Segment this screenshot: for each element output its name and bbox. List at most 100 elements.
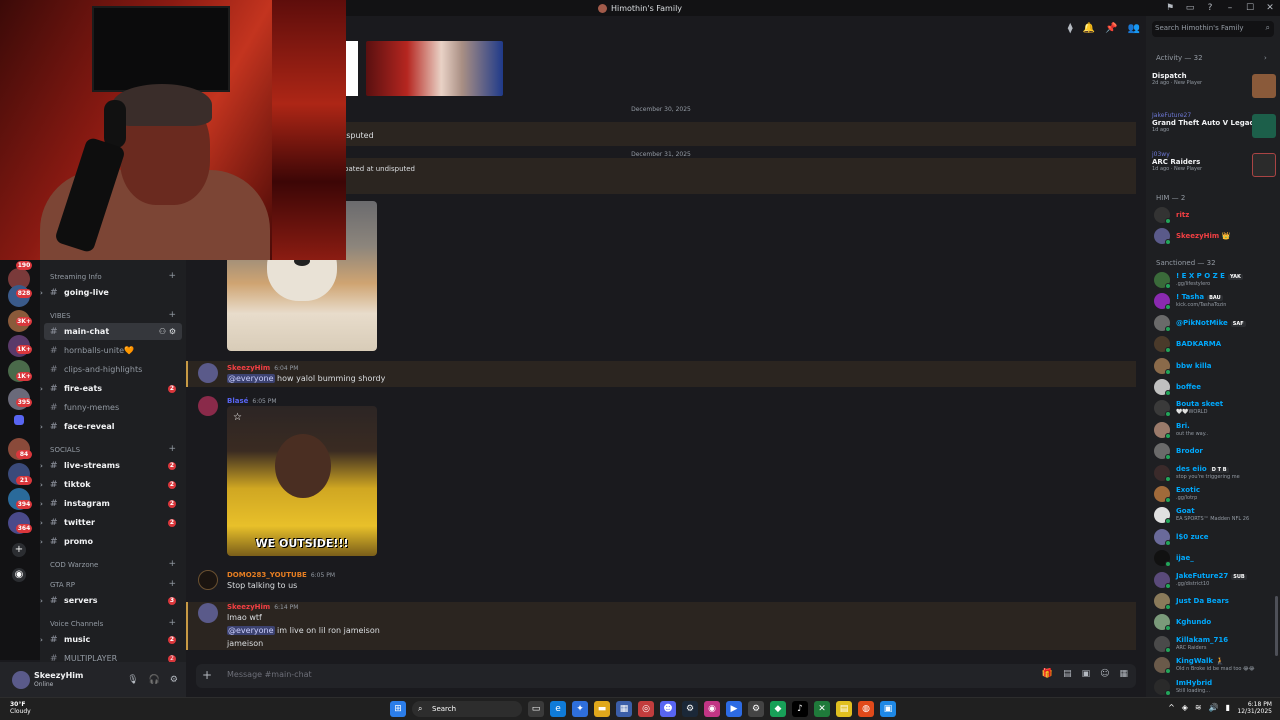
user-info[interactable]: SkeezyHim Online xyxy=(34,671,83,689)
file-explorer-icon[interactable]: ▬ xyxy=(594,701,610,717)
channel-main-chat[interactable]: # main-chat ⚇ ⚙ xyxy=(44,323,182,340)
clock[interactable]: 6:18 PM 12/31/2025 xyxy=(1237,701,1272,715)
task-view-icon[interactable]: ▭ xyxy=(528,701,544,717)
mention[interactable]: @everyone xyxy=(227,626,275,635)
add-channel-icon[interactable]: + xyxy=(168,310,176,320)
copilot-icon[interactable]: ✦ xyxy=(572,701,588,717)
channel-live-streams[interactable]: › # live-streams 2 xyxy=(40,457,182,474)
add-channel-icon[interactable]: + xyxy=(168,444,176,454)
category-gta-rp[interactable]: GTA RP xyxy=(50,581,75,589)
apps-icon[interactable]: ▦ xyxy=(1119,669,1128,679)
notes-icon[interactable]: ▤ xyxy=(836,701,852,717)
avatar[interactable] xyxy=(198,570,218,590)
message-author[interactable]: SkeezyHim 6:14 PM xyxy=(227,603,298,611)
search-input[interactable]: Search Himothin's Family ⌕ xyxy=(1152,21,1274,37)
member-row[interactable]: SkeezyHim 👑 xyxy=(1154,226,1278,246)
xbox-icon[interactable]: ✕ xyxy=(814,701,830,717)
channel-face-reveal[interactable]: › # face-reveal xyxy=(40,418,182,435)
add-server-icon[interactable]: + xyxy=(12,543,26,557)
member-row[interactable]: Killakam_716 ARC Raiders xyxy=(1154,634,1278,654)
flag-icon[interactable]: ⚑ xyxy=(1164,2,1176,14)
add-channel-icon[interactable]: + xyxy=(168,618,176,628)
emoji-icon[interactable]: ☺ xyxy=(1100,669,1109,679)
scrollbar[interactable] xyxy=(1275,596,1278,656)
favorite-star-icon[interactable]: ☆ xyxy=(233,412,242,423)
bell-icon[interactable]: 🔔 xyxy=(1083,23,1095,34)
message-author[interactable]: DOMO283_YOUTUBE 6:05 PM xyxy=(227,571,335,579)
discover-icon[interactable]: ◉ xyxy=(12,568,26,582)
gif-icon[interactable]: ▤ xyxy=(1063,669,1072,679)
mention[interactable]: @everyone xyxy=(227,374,275,383)
store-icon[interactable]: ▦ xyxy=(616,701,632,717)
avatar[interactable] xyxy=(12,670,30,689)
folder-icon[interactable] xyxy=(14,415,24,425)
member-row[interactable]: l$0 zuce xyxy=(1154,527,1278,547)
category-streaming[interactable]: Streaming Info xyxy=(50,273,102,281)
discord-icon[interactable]: ☻ xyxy=(660,701,676,717)
member-row[interactable]: ! Tasha BAU kick.com/TashaTozin xyxy=(1154,291,1278,311)
add-channel-icon[interactable]: + xyxy=(168,271,176,281)
category-socials[interactable]: SOCIALS xyxy=(50,446,80,454)
headphones-icon[interactable]: 🎧 xyxy=(149,675,160,685)
channel-music[interactable]: › # music 2 xyxy=(40,631,182,648)
member-row[interactable]: BADKARMA xyxy=(1154,334,1278,354)
gear-icon[interactable]: ⚙ xyxy=(170,675,178,685)
member-row[interactable]: bbw killa xyxy=(1154,356,1278,376)
add-channel-icon[interactable]: + xyxy=(168,579,176,589)
avatar[interactable] xyxy=(198,363,218,383)
weather-widget[interactable]: 30°F Cloudy xyxy=(10,701,31,715)
close-button[interactable]: ✕ xyxy=(1260,0,1280,16)
member-row[interactable]: Brodor xyxy=(1154,441,1278,461)
channel-going-live[interactable]: › # going-live xyxy=(40,284,182,301)
members-icon[interactable]: 👥 xyxy=(1128,23,1140,34)
app-icon[interactable]: ▣ xyxy=(880,701,896,717)
gift-icon[interactable]: 🎁 xyxy=(1042,669,1053,679)
member-row[interactable]: ijae_ xyxy=(1154,548,1278,568)
tray-app-icon[interactable]: ◈ xyxy=(1182,703,1188,712)
member-row[interactable]: @PikNotMike SAF xyxy=(1154,313,1278,333)
member-row[interactable]: Just Da Bears xyxy=(1154,591,1278,611)
app-icon[interactable]: ▶ xyxy=(726,701,742,717)
channel-instagram[interactable]: › # instagram 2 xyxy=(40,495,182,512)
activity-card[interactable]: Dispatch 2d ago · New Player xyxy=(1152,72,1276,106)
channel-clips-and-highlights[interactable]: # clips-and-highlights xyxy=(44,361,182,378)
wifi-icon[interactable]: ≋ xyxy=(1195,703,1202,712)
embed-image[interactable] xyxy=(366,41,503,96)
channel-multiplayer[interactable]: # MULTIPLAYER 2 xyxy=(44,650,182,662)
help-icon[interactable]: ? xyxy=(1204,2,1216,14)
embed-image[interactable] xyxy=(346,41,358,96)
message-composer[interactable]: + Message #main-chat 🎁 ▤ ▣ ☺ ▦ xyxy=(196,664,1136,688)
member-row[interactable]: Exotic .gg/lotrp xyxy=(1154,484,1278,504)
steam-icon[interactable]: ⚙ xyxy=(682,701,698,717)
message-author[interactable]: SkeezyHim 6:04 PM xyxy=(227,364,298,372)
member-row[interactable]: Bri. out the way.. xyxy=(1154,420,1278,440)
member-row[interactable]: Bouta skeet 🤍🤍WORLD xyxy=(1154,398,1278,418)
category-voice[interactable]: Voice Channels xyxy=(50,620,103,628)
chevron-up-icon[interactable]: ^ xyxy=(1168,703,1175,712)
inbox-icon[interactable]: ▭ xyxy=(1184,2,1196,14)
edge-icon[interactable]: e xyxy=(550,701,566,717)
instagram-icon[interactable]: ◉ xyxy=(704,701,720,717)
channel-hornballs-unite[interactable]: # hornballs-unite🧡 xyxy=(44,342,182,359)
windows-start-icon[interactable]: ⊞ xyxy=(390,701,406,717)
member-row[interactable]: boffee xyxy=(1154,377,1278,397)
member-row[interactable]: ritz xyxy=(1154,205,1278,225)
member-row[interactable]: JakeFuture27 SUB .gg/district10 xyxy=(1154,570,1278,590)
battery-icon[interactable]: ▮ xyxy=(1226,703,1230,712)
channel-twitter[interactable]: › # twitter 2 xyxy=(40,514,182,531)
category-vibes[interactable]: VIBES xyxy=(50,312,71,320)
member-row[interactable]: KingWalk 🧎 Old n Broke id be mad too 😂😂 xyxy=(1154,655,1278,675)
settings-icon[interactable]: ⚙ xyxy=(748,701,764,717)
taskbar-search[interactable]: ⌕ Search xyxy=(412,701,522,717)
channel-funny-memes[interactable]: # funny-memes xyxy=(44,399,182,416)
add-channel-icon[interactable]: + xyxy=(168,559,176,569)
microphone-icon[interactable]: 🎙 xyxy=(127,675,138,685)
member-row[interactable]: Goat EA SPORTS™ Madden NFL 26 xyxy=(1154,505,1278,525)
category-cod-warzone[interactable]: COD Warzone xyxy=(50,561,98,569)
member-row[interactable]: des eiio D T Bstop you're triggering me xyxy=(1154,463,1278,483)
threads-icon[interactable]: ⧫ xyxy=(1068,23,1073,34)
channel-promo[interactable]: › # promo xyxy=(40,533,182,550)
volume-icon[interactable]: 🔊 xyxy=(1209,703,1219,712)
member-row[interactable]: Kghundo xyxy=(1154,612,1278,632)
member-row[interactable]: ImHybrid Still loading... xyxy=(1154,677,1278,697)
